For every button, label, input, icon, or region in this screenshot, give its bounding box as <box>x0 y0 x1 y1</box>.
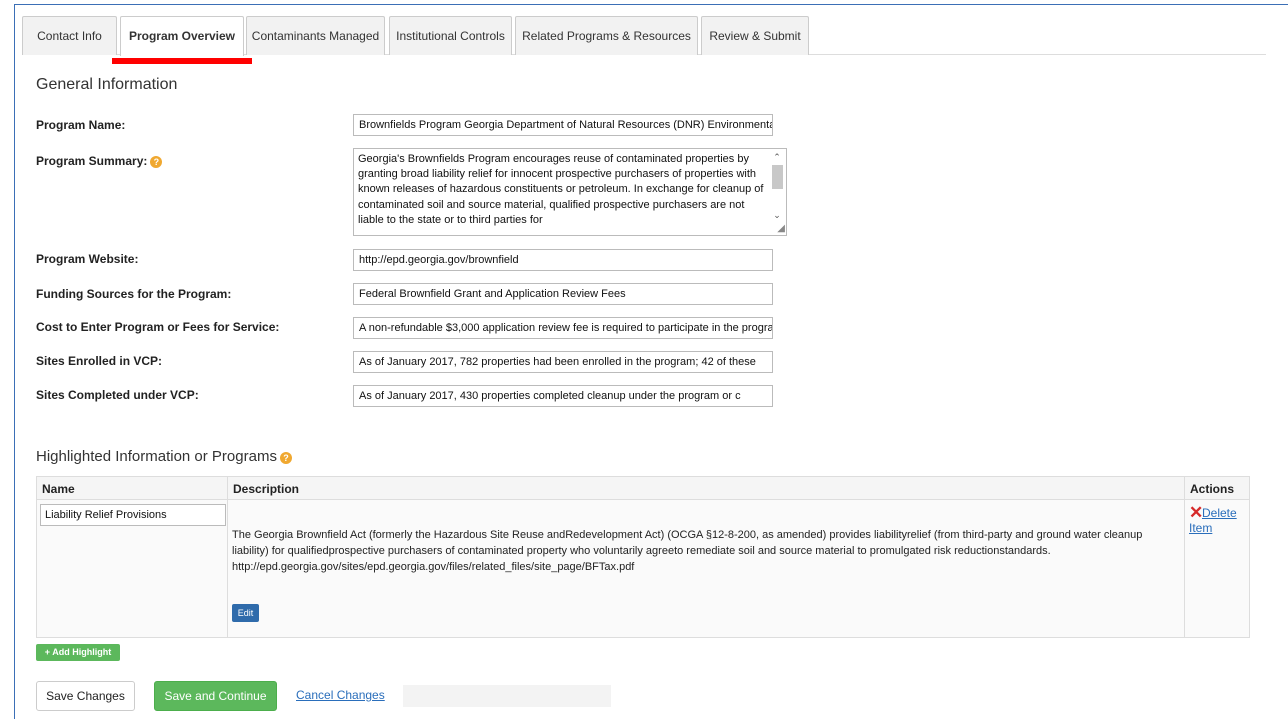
add-highlight-button[interactable]: + Add Highlight <box>36 644 120 661</box>
tab-contaminants-managed[interactable]: Contaminants Managed <box>246 16 385 55</box>
chevron-down-icon[interactable]: ⌄ <box>770 209 784 221</box>
status-bar <box>403 685 611 707</box>
tab-bar: Contact Info Program Overview Contaminan… <box>22 12 1266 56</box>
highlights-table-header: Name Description Actions <box>36 476 1250 500</box>
cost-label: Cost to Enter Program or Fees for Servic… <box>36 320 280 334</box>
textarea-scrollbar[interactable]: ⌃ ⌄ <box>770 151 784 233</box>
highlights-title: Highlighted Information or Programs <box>36 448 277 465</box>
program-website-input[interactable]: http://epd.georgia.gov/brownfield <box>353 249 773 271</box>
funding-sources-label: Funding Sources for the Program: <box>36 287 232 301</box>
col-actions-header: Actions <box>1190 482 1235 496</box>
cancel-changes-link[interactable]: Cancel Changes <box>296 688 385 702</box>
tab-program-overview[interactable]: Program Overview <box>120 16 244 56</box>
col-description-header: Description <box>233 482 300 496</box>
tab-contact-info[interactable]: Contact Info <box>22 16 117 55</box>
save-changes-button[interactable]: Save Changes <box>36 681 135 711</box>
funding-sources-input[interactable]: Federal Brownfield Grant and Application… <box>353 283 773 305</box>
save-continue-button[interactable]: Save and Continue <box>154 681 277 711</box>
tab-related-programs[interactable]: Related Programs & Resources <box>515 16 698 55</box>
resize-grip-icon[interactable]: ◢ <box>777 224 785 234</box>
highlight-description: The Georgia Brownfield Act (formerly the… <box>232 529 1143 573</box>
program-summary-label-wrap: Program Summary:? <box>36 154 163 168</box>
active-tab-underline <box>112 58 252 64</box>
info-icon[interactable]: ? <box>150 156 163 168</box>
program-name-input[interactable]: Brownfields Program Georgia Department o… <box>353 114 773 136</box>
tab-review-submit[interactable]: Review & Submit <box>701 16 809 55</box>
program-website-label: Program Website: <box>36 252 139 266</box>
column-divider <box>1184 476 1185 638</box>
sites-enrolled-label: Sites Enrolled in VCP: <box>36 354 163 368</box>
program-summary-textarea[interactable]: Georgia's Brownfields Program encourages… <box>353 148 787 236</box>
scroll-thumb[interactable] <box>772 165 783 189</box>
cost-input[interactable]: A non-refundable $3,000 application revi… <box>353 317 773 339</box>
sites-completed-label: Sites Completed under VCP: <box>36 388 199 402</box>
program-summary-label: Program Summary: <box>36 154 148 168</box>
edit-button[interactable]: Edit <box>232 604 259 622</box>
program-summary-text: Georgia's Brownfields Program encourages… <box>358 153 764 226</box>
chevron-up-icon[interactable]: ⌃ <box>770 151 784 163</box>
tab-institutional-controls[interactable]: Institutional Controls <box>389 16 512 55</box>
col-name-header: Name <box>42 482 75 496</box>
delete-item-link[interactable]: Delete Item <box>1189 506 1247 536</box>
sites-completed-input[interactable]: As of January 2017, 430 properties compl… <box>353 385 773 407</box>
sites-enrolled-input[interactable]: As of January 2017, 782 properties had b… <box>353 351 773 373</box>
highlights-title-wrap: Highlighted Information or Programs? <box>36 448 292 465</box>
column-divider <box>227 476 228 638</box>
program-name-label: Program Name: <box>36 118 126 132</box>
highlight-name-input[interactable]: Liability Relief Provisions <box>40 504 226 526</box>
info-icon[interactable]: ? <box>279 452 292 464</box>
general-info-title: General Information <box>36 76 178 93</box>
